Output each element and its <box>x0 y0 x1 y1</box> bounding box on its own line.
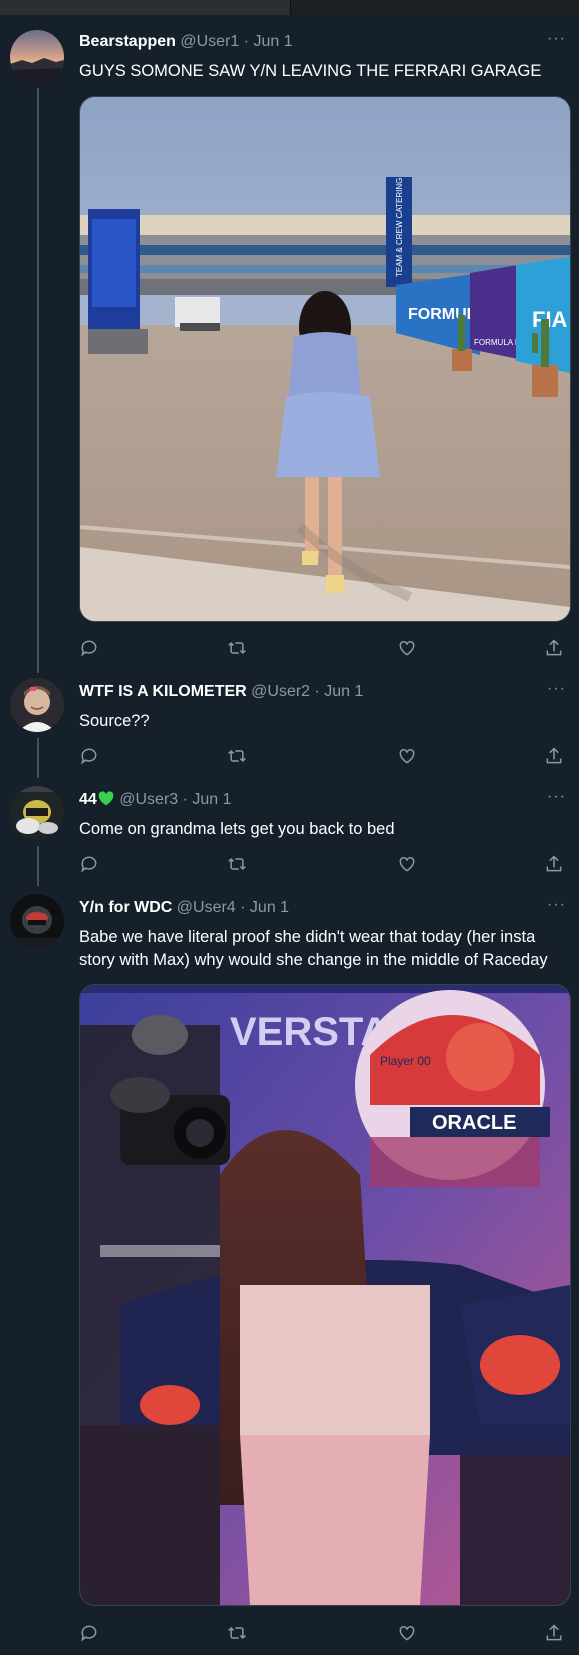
separator: · <box>178 791 193 808</box>
like-icon[interactable] <box>397 854 419 876</box>
more-icon[interactable]: ··· <box>547 897 567 913</box>
avatar[interactable] <box>10 678 64 732</box>
like-icon[interactable] <box>397 1623 419 1645</box>
tweet-date[interactable]: Jun 1 <box>324 683 363 700</box>
display-name[interactable]: 44 <box>79 791 97 808</box>
tweet[interactable]: Y/n for WDC @User4 · Jun 1 ··· Babe we h… <box>0 886 579 1655</box>
like-icon[interactable] <box>397 746 419 768</box>
retweet-icon[interactable] <box>227 1623 249 1645</box>
share-icon[interactable] <box>544 854 566 876</box>
reply-icon[interactable] <box>79 746 101 768</box>
display-name[interactable]: WTF IS A KILOMETER <box>79 683 247 700</box>
tweet[interactable]: Bearstappen @User1 · Jun 1 ··· GUYS SOMO… <box>0 0 579 670</box>
tweet-header: WTF IS A KILOMETER @User2 · Jun 1 <box>79 682 363 702</box>
formula-e-small-banner: FORMULA E <box>474 338 520 347</box>
like-icon[interactable] <box>397 638 419 660</box>
retweet-icon[interactable] <box>227 854 249 876</box>
retweet-icon[interactable] <box>227 746 249 768</box>
user-handle[interactable]: @User3 <box>119 791 178 808</box>
tweet-actions <box>79 854 569 876</box>
user-handle[interactable]: @User1 <box>180 33 239 50</box>
tweet-text: Babe we have literal proof she didn't we… <box>79 928 548 969</box>
more-icon[interactable]: ··· <box>547 789 567 805</box>
helmet-sponsor-text: ORACLE <box>432 1112 516 1134</box>
reply-icon[interactable] <box>79 1623 101 1645</box>
display-name[interactable]: Bearstappen <box>79 33 176 50</box>
separator: · <box>239 33 254 50</box>
tweet-text: Source?? <box>79 712 150 730</box>
more-icon[interactable]: ··· <box>547 31 567 47</box>
tweet-header: Bearstappen @User1 · Jun 1 <box>79 32 293 52</box>
tweet-photo[interactable]: VERSTA ORACLE Player 00 <box>79 984 571 1606</box>
tweet-text: Come on grandma lets get you back to bed <box>79 820 395 838</box>
tweet-text: GUYS SOMONE SAW Y/N LEAVING THE FERRARI … <box>79 62 542 80</box>
tweet[interactable]: 44 @User3 · Jun 1 ··· Come on grandma le… <box>0 778 579 886</box>
separator: · <box>235 899 250 916</box>
tweet-date[interactable]: Jun 1 <box>192 791 231 808</box>
green-heart-emoji <box>97 790 115 812</box>
reply-icon[interactable] <box>79 638 101 660</box>
fia-banner: FIA <box>532 307 568 332</box>
display-name[interactable]: Y/n for WDC <box>79 899 172 916</box>
reply-icon[interactable] <box>79 854 101 876</box>
tweet-actions <box>79 638 569 660</box>
user-handle[interactable]: @User4 <box>177 899 236 916</box>
tweet-header: Y/n for WDC @User4 · Jun 1 <box>79 898 289 918</box>
avatar[interactable] <box>10 894 64 948</box>
separator: · <box>310 683 325 700</box>
tweet-photo[interactable]: TEAM & CREW CATERING FORMULA E FORMULA E… <box>79 96 571 622</box>
more-icon[interactable]: ··· <box>547 681 567 697</box>
avatar[interactable] <box>10 30 64 84</box>
user-handle[interactable]: @User2 <box>251 683 310 700</box>
helmet-text: Player 00 <box>380 1054 431 1068</box>
tweet[interactable]: WTF IS A KILOMETER @User2 · Jun 1 ··· So… <box>0 670 579 778</box>
tower-banner-text: TEAM & CREW CATERING <box>395 178 404 277</box>
tweet-date[interactable]: Jun 1 <box>254 33 293 50</box>
avatar[interactable] <box>10 786 64 840</box>
tweet-date[interactable]: Jun 1 <box>250 899 289 916</box>
share-icon[interactable] <box>544 746 566 768</box>
tweet-actions <box>79 746 569 768</box>
share-icon[interactable] <box>544 638 566 660</box>
retweet-icon[interactable] <box>227 638 249 660</box>
share-icon[interactable] <box>544 1623 566 1645</box>
tweet-actions <box>79 1623 569 1645</box>
tweet-header: 44 @User3 · Jun 1 <box>79 790 232 812</box>
